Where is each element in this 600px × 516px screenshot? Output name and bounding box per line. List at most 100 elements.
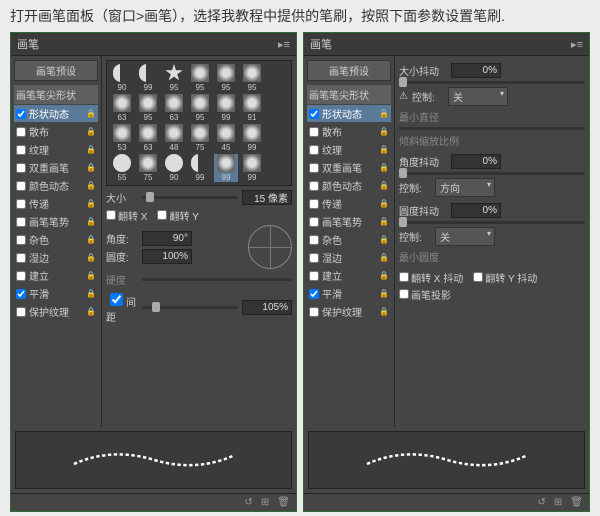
sidebar-left: 画笔预设 画笔笔尖形状 形状动态🔒散布🔒纹理🔒双重画笔🔒颜色动态🔒传递🔒画笔笔势… [11,56,102,427]
brush-thumbnail[interactable]: 91 [240,94,264,122]
flip-y-jitter-check[interactable]: 翻转 Y 抖动 [473,270,537,285]
sidebar-item[interactable]: 颜色动态🔒 [14,177,98,194]
size-jitter-label: 大小抖动 [399,63,447,78]
new-icon[interactable]: ⊞ [554,497,562,508]
sidebar-item[interactable]: 杂色🔒 [14,231,98,248]
spacing-input[interactable] [242,300,292,315]
brush-thumbnail[interactable]: 75 [136,154,160,182]
panel-title: 画笔 [17,36,39,52]
new-icon[interactable]: ⊞ [261,497,269,508]
toggle-icon[interactable]: ↺ [245,497,253,508]
toggle-icon[interactable]: ↺ [538,497,546,508]
brush-projection-check[interactable]: 画笔投影 [399,287,451,302]
sidebar-item[interactable]: 保护纹理🔒 [14,303,98,320]
brush-thumbnail[interactable]: 55 [110,154,134,182]
panel-menu-icon[interactable]: ▸≡ [278,38,290,51]
brush-thumbnail[interactable]: 95 [188,64,212,92]
sidebar-item[interactable]: 纹理🔒 [307,141,391,158]
brush-main-right: 大小抖动 ⚠控制:关 最小直径 倾斜缩放比例 角度抖动 控制:方向 圆度抖动 控… [395,56,589,427]
brush-thumbnail-grid[interactable]: 9099959595956395639599915363487545995575… [106,60,292,186]
round-control-dropdown[interactable]: 关 [435,227,495,246]
sidebar-item[interactable]: 湿边🔒 [14,249,98,266]
brush-thumbnail[interactable]: 90 [162,154,186,182]
brush-thumbnail[interactable]: 95 [240,64,264,92]
brush-tip-shape[interactable]: 画笔笔尖形状 [307,85,391,104]
size-jitter-input[interactable] [451,63,501,78]
round-jitter-slider[interactable] [399,221,585,224]
brush-thumbnail[interactable]: 99 [188,154,212,182]
sidebar-item[interactable]: 散布🔒 [14,123,98,140]
sidebar-item[interactable]: 画笔笔势🔒 [307,213,391,230]
panel-title: 画笔 [310,36,332,52]
brush-thumbnail[interactable]: 63 [136,124,160,152]
size-input[interactable] [242,190,292,205]
brush-preset-button[interactable]: 画笔预设 [14,60,98,81]
sidebar-item[interactable]: 湿边🔒 [307,249,391,266]
size-control-dropdown[interactable]: 关 [448,87,508,106]
sidebar-item[interactable]: 传递🔒 [307,195,391,212]
lock-icon: 🔒 [379,235,389,244]
lock-icon: 🔒 [379,163,389,172]
size-slider[interactable] [142,196,238,199]
brush-thumbnail[interactable]: 99 [136,64,160,92]
brush-thumbnail[interactable]: 95 [136,94,160,122]
angle-jitter-input[interactable] [451,154,501,169]
flip-x-jitter-check[interactable]: 翻转 X 抖动 [399,270,463,285]
brush-thumbnail[interactable]: 99 [240,124,264,152]
lock-icon: 🔒 [379,289,389,298]
sidebar-item[interactable]: 颜色动态🔒 [307,177,391,194]
brush-preset-button[interactable]: 画笔预设 [307,60,391,81]
sidebar-item[interactable]: 画笔笔势🔒 [14,213,98,230]
brush-thumbnail[interactable]: 95 [188,94,212,122]
control-label: 控制: [399,180,431,195]
brush-thumbnail[interactable]: 99 [214,94,238,122]
brush-thumbnail[interactable]: 63 [110,94,134,122]
brush-panel-right: 画笔 ▸≡ 画笔预设 画笔笔尖形状 形状动态🔒散布🔒纹理🔒双重画笔🔒颜色动态🔒传… [303,32,590,512]
roundness-input[interactable] [142,249,192,264]
round-jitter-label: 圆度抖动 [399,203,447,218]
brush-thumbnail[interactable]: 75 [188,124,212,152]
sidebar-item[interactable]: 双重画笔🔒 [14,159,98,176]
lock-icon: 🔒 [379,271,389,280]
round-jitter-input[interactable] [451,203,501,218]
brush-thumbnail[interactable]: 63 [162,94,186,122]
sidebar-item[interactable]: 纹理🔒 [14,141,98,158]
sidebar-item[interactable]: 形状动态🔒 [307,105,391,122]
brush-preview [15,431,292,489]
lock-icon: 🔒 [379,181,389,190]
sidebar-item[interactable]: 形状动态🔒 [14,105,98,122]
sidebar-item[interactable]: 建立🔒 [14,267,98,284]
sidebar-item[interactable]: 建立🔒 [307,267,391,284]
sidebar-item[interactable]: 散布🔒 [307,123,391,140]
size-jitter-slider[interactable] [399,81,585,84]
brush-thumbnail[interactable]: 95 [214,64,238,92]
lock-icon: 🔒 [379,217,389,226]
brush-thumbnail[interactable]: 99 [240,154,264,182]
angle-widget-icon[interactable] [248,225,292,269]
sidebar-item[interactable]: 平滑🔒 [307,285,391,302]
brush-thumbnail[interactable]: 48 [162,124,186,152]
sidebar-item[interactable]: 双重画笔🔒 [307,159,391,176]
brush-thumbnail[interactable]: 99 [214,154,238,182]
sidebar-item[interactable]: 保护纹理🔒 [307,303,391,320]
brush-thumbnail[interactable]: 45 [214,124,238,152]
trash-icon[interactable]: 🗑 [277,497,290,508]
spacing-check[interactable]: 间距 [106,290,138,324]
brush-thumbnail[interactable]: 90 [110,64,134,92]
brush-tip-shape[interactable]: 画笔笔尖形状 [14,85,98,104]
flip-y-check[interactable]: 翻转 Y [157,208,198,223]
brush-thumbnail[interactable]: 53 [110,124,134,152]
angle-input[interactable] [142,231,192,246]
sidebar-item[interactable]: 平滑🔒 [14,285,98,302]
brush-thumbnail[interactable]: 95 [162,64,186,92]
flip-x-check[interactable]: 翻转 X [106,208,147,223]
sidebar-item[interactable]: 杂色🔒 [307,231,391,248]
panel-menu-icon[interactable]: ▸≡ [571,38,583,51]
hardness-slider [142,278,292,281]
trash-icon[interactable]: 🗑 [570,497,583,508]
angle-control-dropdown[interactable]: 方向 [435,178,495,197]
spacing-slider[interactable] [142,306,238,309]
angle-jitter-slider[interactable] [399,172,585,175]
angle-label: 角度: [106,231,138,246]
sidebar-item[interactable]: 传递🔒 [14,195,98,212]
